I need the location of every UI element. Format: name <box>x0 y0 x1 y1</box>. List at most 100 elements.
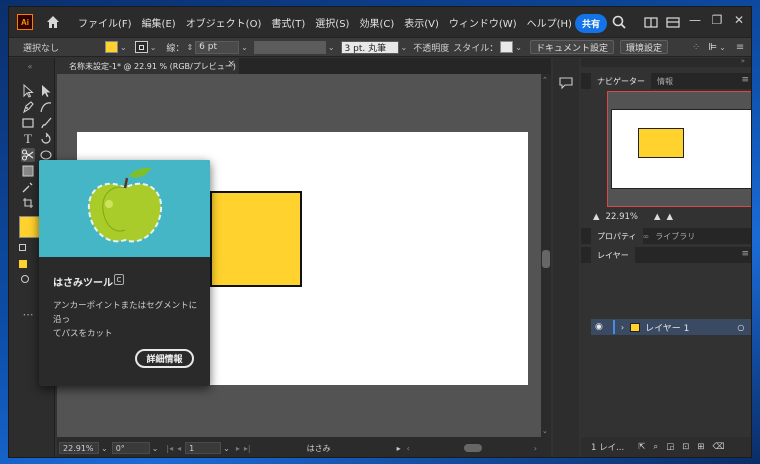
menu-file[interactable]: ファイル(F) <box>73 15 137 30</box>
current-tool-status[interactable]: はさみ <box>307 443 331 454</box>
default-colors-icon[interactable] <box>19 244 26 251</box>
gradient-tool-icon[interactable] <box>21 164 35 178</box>
scrollbar-thumb[interactable] <box>542 250 550 268</box>
draw-mode-icon[interactable] <box>21 275 29 283</box>
tab-properties[interactable]: プロパティ <box>591 228 643 244</box>
paintbrush-tool-icon[interactable] <box>39 116 53 130</box>
last-artboard-icon[interactable]: ▸| <box>244 444 251 453</box>
share-button[interactable]: 共有 <box>575 14 608 33</box>
more-info-button[interactable]: 詳細情報 <box>135 349 194 368</box>
export-icon[interactable]: ⇱ <box>638 442 645 452</box>
direct-selection-tool-icon[interactable] <box>39 84 53 98</box>
eyedropper-tool-icon[interactable] <box>21 180 35 194</box>
pen-tool-icon[interactable] <box>21 100 35 114</box>
horizontal-scroll-thumb[interactable] <box>463 444 482 452</box>
collapse-panel-icon[interactable]: « <box>23 60 37 74</box>
document-tab[interactable]: 名称未設定-1* @ 22.91 % (RGB/プレビュー) × <box>57 58 239 74</box>
menu-select[interactable]: 選択(S) <box>310 15 354 30</box>
menu-effect[interactable]: 効果(C) <box>354 15 399 30</box>
artboard-number-field[interactable]: 1 <box>185 442 222 454</box>
selection-tool-icon[interactable] <box>21 83 35 98</box>
edit-toolbar-icon[interactable]: ⋯ <box>21 308 35 322</box>
next-artboard-icon[interactable]: ▸ <box>236 444 240 453</box>
chevron-down-icon[interactable]: ⌄ <box>328 43 335 52</box>
chevron-down-icon[interactable]: ⌄ <box>515 43 522 52</box>
scroll-down-icon[interactable]: ⌄ <box>542 427 548 435</box>
collapse-panel-icon[interactable]: » <box>741 57 745 65</box>
status-menu-icon[interactable]: ▸ <box>397 444 401 453</box>
tab-layers[interactable]: レイヤー <box>591 247 635 263</box>
comments-icon[interactable] <box>559 74 573 90</box>
rotate-tool-icon[interactable] <box>39 132 53 146</box>
menu-edit[interactable]: 編集(E) <box>137 15 181 30</box>
preferences-button[interactable]: 環境設定 <box>620 40 669 54</box>
workspace-switcher-icon[interactable] <box>665 14 681 30</box>
curvature-tool-icon[interactable] <box>39 100 53 114</box>
document-settings-button[interactable]: ドキュメント設定 <box>529 40 614 54</box>
search-icon[interactable] <box>611 14 627 30</box>
vertical-scrollbar[interactable]: ⌃ ⌄ <box>541 74 551 437</box>
scroll-left-icon[interactable]: ‹ <box>407 444 410 453</box>
align-icon[interactable]: ⁘ <box>692 42 700 53</box>
chevron-down-icon[interactable]: ⌄ <box>150 43 157 52</box>
stroke-weight-field[interactable]: 6 pt <box>195 40 240 54</box>
zoom-out-icon[interactable]: ▲ <box>593 212 600 222</box>
tab-navigator[interactable]: ナビゲーター <box>591 73 651 89</box>
first-artboard-icon[interactable]: |◂ <box>166 444 173 453</box>
variable-width-field[interactable] <box>253 40 326 54</box>
opacity-label[interactable]: 不透明度 <box>413 41 449 54</box>
arrange-documents-icon[interactable] <box>643 14 659 30</box>
previous-artboard-icon[interactable]: ◂ <box>177 444 181 453</box>
menu-window[interactable]: ウィンドウ(W) <box>444 15 522 30</box>
menu-view[interactable]: 表示(V) <box>399 15 444 30</box>
menu-object[interactable]: オブジェクト(O) <box>181 15 267 30</box>
locate-object-icon[interactable]: ⌕ <box>653 442 658 452</box>
fill-swatch[interactable] <box>105 41 119 53</box>
chevron-down-icon[interactable]: ⌄ <box>719 43 726 52</box>
zoom-slider-out-icon[interactable]: ▲ <box>654 212 661 222</box>
close-window-button[interactable]: ✕ <box>729 13 749 27</box>
zoom-field[interactable]: 22.91% <box>59 442 99 454</box>
target-icon[interactable]: ○ <box>737 323 744 332</box>
layer-row[interactable]: ◉ › レイヤー 1 ○ <box>591 319 751 335</box>
panel-menu-icon[interactable]: ≡ <box>741 75 749 85</box>
new-sublayer-icon[interactable]: ⊡ <box>682 442 689 452</box>
stroke-swatch[interactable] <box>134 41 148 53</box>
visibility-eye-icon[interactable]: ◉ <box>595 322 603 332</box>
brush-field[interactable]: 3 pt. 丸筆 <box>340 40 399 54</box>
zoom-slider-in-icon[interactable]: ▲ <box>667 212 674 222</box>
stepper-icon[interactable]: ⇕ <box>186 43 193 52</box>
panel-menu-icon[interactable]: ≡ <box>741 249 749 259</box>
rectangle-tool-icon[interactable] <box>21 116 35 130</box>
artboard-tool-icon[interactable] <box>21 196 35 210</box>
yellow-rectangle[interactable] <box>210 191 302 287</box>
chevron-down-icon[interactable]: ⌄ <box>401 43 408 52</box>
expand-layer-icon[interactable]: › <box>621 323 624 332</box>
maximize-button[interactable]: ❐ <box>707 13 727 27</box>
minimize-button[interactable]: — <box>685 13 705 27</box>
scroll-up-icon[interactable]: ⌃ <box>542 76 548 84</box>
transform-icon[interactable]: ⊫ <box>708 42 717 53</box>
type-tool-icon[interactable]: T <box>21 132 35 146</box>
clipping-mask-icon[interactable]: ◲ <box>666 442 674 452</box>
navigator-preview[interactable] <box>607 91 751 207</box>
delete-icon[interactable]: ⌫ <box>712 442 724 452</box>
chevron-down-icon[interactable]: ⌄ <box>101 444 108 453</box>
new-layer-icon[interactable]: ⊞ <box>697 442 704 452</box>
tab-info[interactable]: 情報 <box>651 73 679 89</box>
layer-name[interactable]: レイヤー 1 <box>645 321 689 334</box>
style-swatch[interactable] <box>500 41 514 53</box>
chevron-down-icon[interactable]: ⌄ <box>223 444 230 453</box>
fill-color-box[interactable] <box>19 216 41 238</box>
menu-type[interactable]: 書式(T) <box>266 15 310 30</box>
tab-libraries[interactable]: ライブラリ <box>649 228 701 244</box>
menu-help[interactable]: ヘルプ(H) <box>522 15 577 30</box>
chevron-down-icon[interactable]: ⌄ <box>120 43 127 52</box>
color-mode-icon[interactable] <box>19 260 27 268</box>
chevron-down-icon[interactable]: ⌄ <box>241 43 248 52</box>
panel-menu-icon[interactable]: ≡ <box>736 42 744 53</box>
home-icon[interactable] <box>45 14 61 30</box>
rotate-view-field[interactable]: 0° <box>111 442 150 454</box>
close-icon[interactable]: × <box>227 59 235 69</box>
chevron-down-icon[interactable]: ⌄ <box>152 444 159 453</box>
